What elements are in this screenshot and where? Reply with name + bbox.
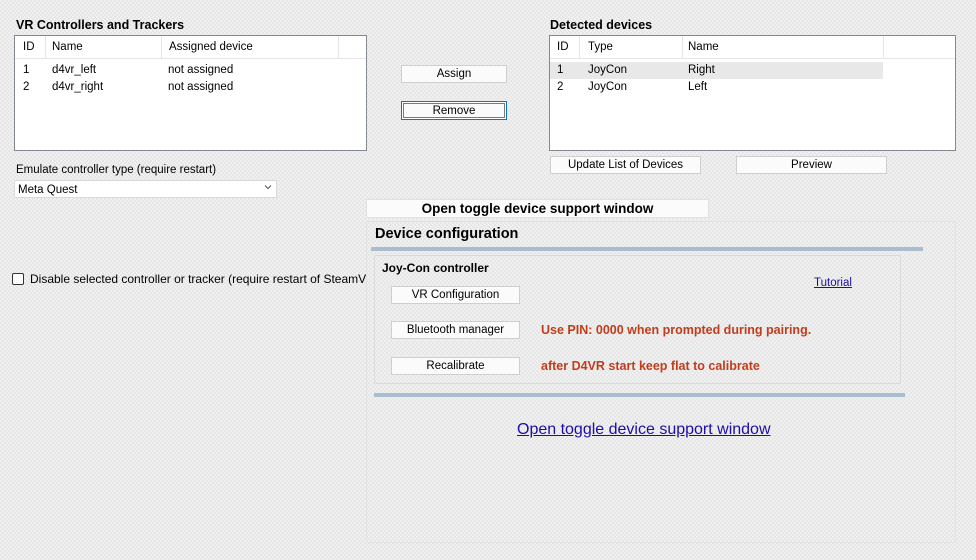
emulate-selected-value: Meta Quest (18, 184, 78, 196)
separator (371, 247, 923, 251)
update-devices-button[interactable]: Update List of Devices (550, 156, 701, 174)
vr-configuration-button[interactable]: VR Configuration (391, 286, 520, 304)
disable-controller-label: Disable selected controller or tracker (… (30, 272, 366, 286)
bluetooth-manager-button[interactable]: Bluetooth manager (391, 321, 520, 339)
controllers-list[interactable]: ID Name Assigned device 1 d4vr_left not … (14, 35, 367, 151)
column-id[interactable]: ID (557, 41, 569, 53)
column-name[interactable]: Name (688, 41, 719, 53)
pin-hint: Use PIN: 0000 when prompted during pairi… (541, 323, 812, 337)
devices-list-header: ID Type Name (550, 36, 955, 59)
column-id[interactable]: ID (23, 41, 35, 53)
emulate-controller-select[interactable]: Meta Quest (14, 180, 277, 198)
joycon-section-title: Joy-Con controller (382, 261, 489, 275)
remove-button[interactable]: Remove (401, 101, 507, 120)
controller-id: 2 (23, 81, 30, 93)
recalibrate-button[interactable]: Recalibrate (391, 357, 520, 375)
tutorial-link[interactable]: Tutorial (814, 277, 852, 289)
controllers-list-header: ID Name Assigned device (15, 36, 366, 59)
list-item[interactable]: 2 JoyCon Left (550, 79, 955, 96)
controllers-title: VR Controllers and Trackers (16, 18, 185, 32)
controller-id: 1 (23, 64, 30, 76)
list-item[interactable]: 1 JoyCon Right (550, 62, 883, 79)
list-item[interactable]: 1 d4vr_left not assigned (15, 62, 366, 79)
disable-controller-checkbox[interactable] (12, 273, 24, 285)
preview-button[interactable]: Preview (736, 156, 887, 174)
emulate-label: Emulate controller type (require restart… (16, 164, 217, 176)
devices-title: Detected devices (550, 18, 653, 32)
chevron-down-icon (264, 185, 272, 190)
column-name[interactable]: Name (52, 41, 83, 53)
device-id: 2 (557, 81, 564, 93)
separator (374, 393, 905, 397)
list-item[interactable]: 2 d4vr_right not assigned (15, 79, 366, 96)
assign-button[interactable]: Assign (401, 65, 507, 83)
open-toggle-support-button[interactable]: Open toggle device support window (366, 199, 709, 218)
controller-name: d4vr_left (52, 64, 97, 76)
column-assigned-device[interactable]: Assigned device (169, 41, 253, 53)
devices-list[interactable]: ID Type Name 1 JoyCon Right 2 JoyCon Lef… (549, 35, 956, 151)
calibrate-hint: after D4VR start keep flat to calibrate (541, 359, 760, 373)
device-type: JoyCon (588, 81, 627, 93)
column-type[interactable]: Type (588, 41, 613, 53)
controller-name: d4vr_right (52, 81, 104, 93)
device-id: 1 (557, 64, 564, 76)
controller-assigned: not assigned (168, 81, 234, 93)
device-config-title: Device configuration (375, 226, 519, 242)
open-toggle-support-link[interactable]: Open toggle device support window (517, 421, 771, 439)
controller-assigned: not assigned (168, 64, 234, 76)
device-name: Right (688, 64, 715, 76)
device-name: Left (688, 81, 708, 93)
device-type: JoyCon (588, 64, 627, 76)
